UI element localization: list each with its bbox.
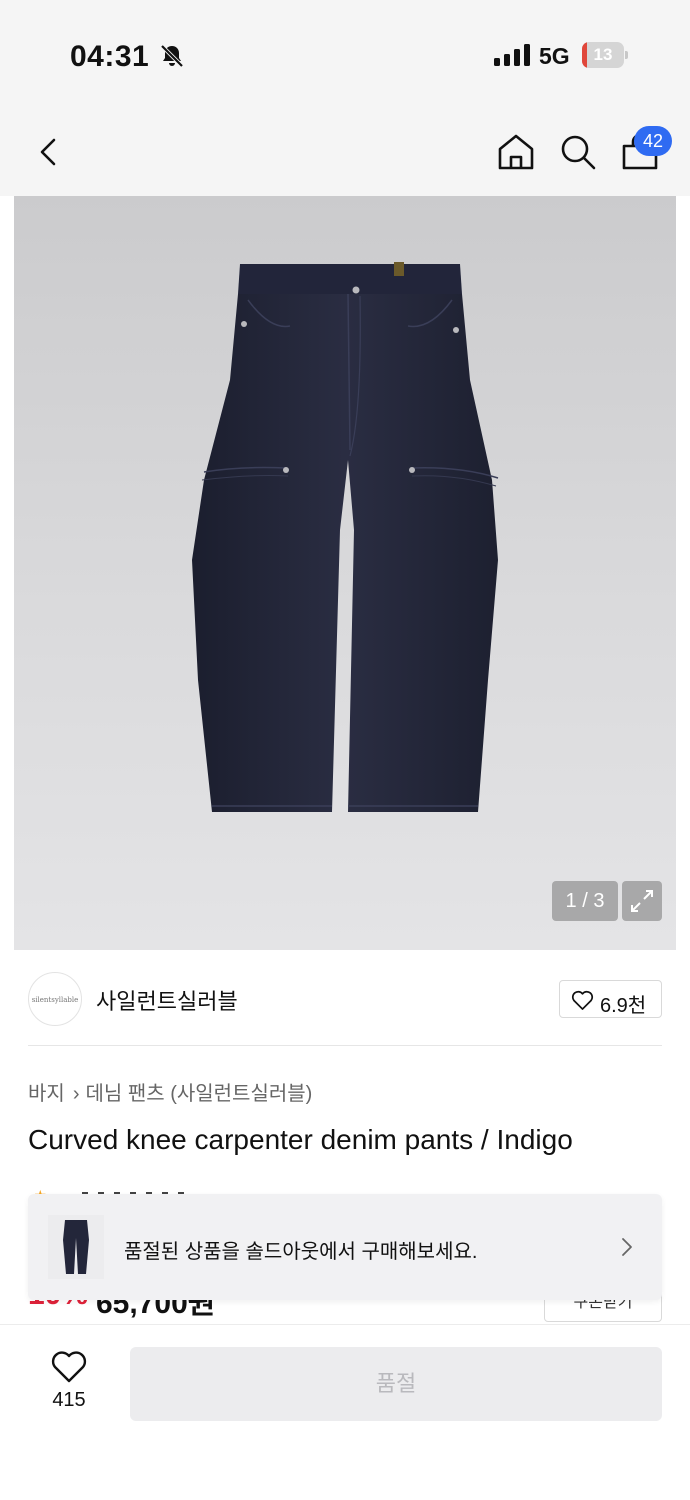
battery-level: 13 bbox=[593, 45, 613, 64]
status-time: 04:31 bbox=[70, 40, 150, 73]
network-type: 5G bbox=[539, 43, 570, 69]
breadcrumb-category[interactable]: 바지 bbox=[28, 1083, 65, 1105]
product-gallery[interactable]: 1 / 3 bbox=[14, 196, 676, 950]
chevron-right-icon bbox=[622, 1238, 632, 1256]
battery-icon: 13 bbox=[582, 42, 628, 68]
brand-like-count: 6.9천 bbox=[600, 995, 647, 1017]
breadcrumb-subcategory[interactable]: 데님 팬츠 (사일런트실러블) bbox=[85, 1083, 312, 1105]
pants-image bbox=[192, 262, 499, 812]
breadcrumb: 바지 › 데님 팬츠 (사일런트실러블) bbox=[28, 1077, 312, 1106]
divider bbox=[28, 1045, 662, 1046]
product-title: Curved knee carpenter denim pants / Indi… bbox=[28, 1124, 573, 1155]
status-bar: 04:31 5G 13 bbox=[0, 0, 690, 110]
brand-like-button[interactable]: 6.9천 bbox=[559, 980, 662, 1018]
wishlist-button[interactable]: 415 bbox=[40, 1347, 98, 1427]
top-navigation bbox=[0, 110, 690, 196]
heart-icon bbox=[51, 1351, 87, 1383]
signal-icon bbox=[494, 44, 530, 66]
product-thumbnail bbox=[48, 1215, 104, 1279]
chevron-right-icon: › bbox=[72, 1083, 80, 1105]
soldout-button[interactable]: 품절 bbox=[130, 1347, 662, 1421]
soldout-banner[interactable]: 품절된 상품을 솔드아웃에서 구매해보세요. bbox=[28, 1194, 662, 1300]
heart-icon bbox=[571, 990, 594, 1010]
wishlist-count: 415 bbox=[52, 1389, 86, 1411]
image-page-indicator: 1 / 3 bbox=[552, 881, 618, 921]
brand-logo[interactable]: silentsyllable bbox=[28, 972, 82, 1026]
soldout-message: 품절된 상품을 솔드아웃에서 구매해보세요. bbox=[124, 1241, 478, 1263]
cart-count-badge: 42 bbox=[634, 126, 672, 156]
search-icon[interactable] bbox=[556, 130, 600, 174]
bottom-action-bar: 415 품절 bbox=[0, 1324, 690, 1500]
brand-name[interactable]: 사일런트실러블 bbox=[96, 984, 238, 1016]
home-icon[interactable] bbox=[494, 130, 538, 174]
brand-row[interactable]: silentsyllable 사일런트실러블 6.9천 bbox=[0, 950, 690, 1046]
bell-off-icon bbox=[160, 44, 184, 68]
expand-icon[interactable] bbox=[622, 881, 662, 921]
back-icon[interactable] bbox=[28, 130, 72, 174]
